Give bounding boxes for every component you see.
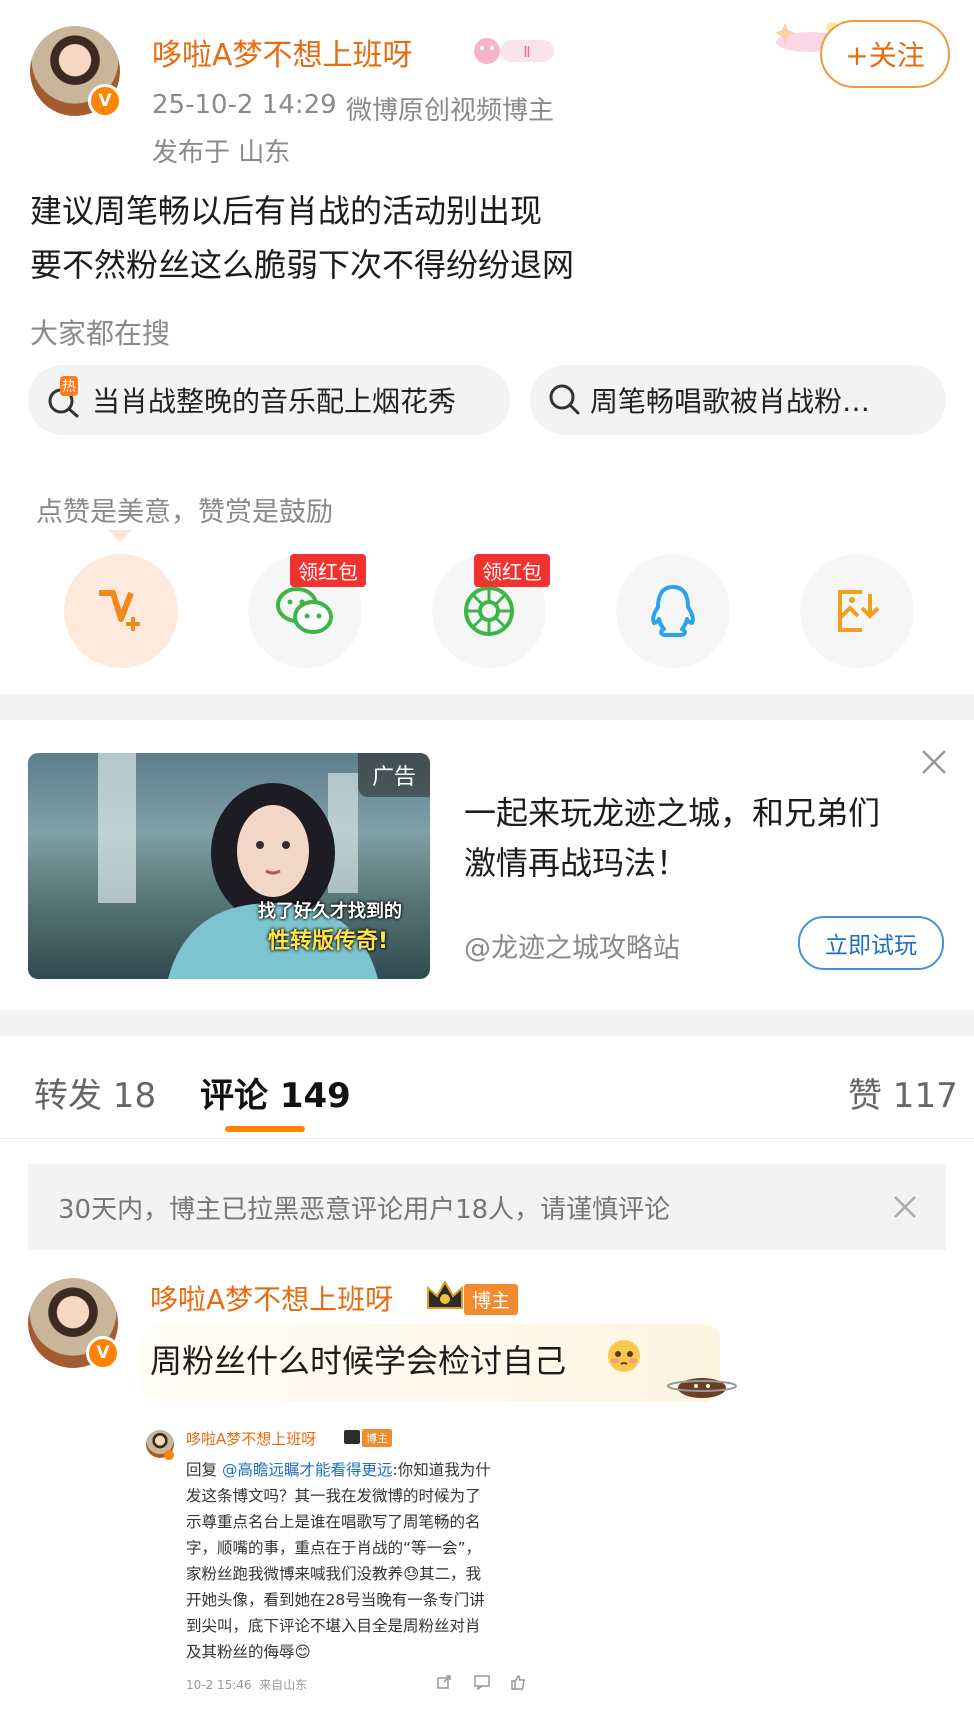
ad-source[interactable]: @龙迹之城攻略站 — [464, 926, 680, 965]
image-verified-badge-icon — [164, 1450, 174, 1460]
hot-search-label: 大家都在搜 — [30, 317, 171, 350]
qq-icon — [651, 585, 695, 637]
ad-title-line2[interactable]: 激情再战玛法！ — [464, 838, 688, 884]
notice-close-icon[interactable] — [892, 1194, 918, 1220]
verified-badge-icon: V — [88, 84, 122, 118]
svg-text:Ⅱ: Ⅱ — [523, 43, 530, 61]
ad-title-line1[interactable]: 一起来玩龙迹之城，和兄弟们 — [464, 788, 880, 834]
search-icon — [548, 383, 582, 417]
tab-likes[interactable]: 赞 117 — [848, 1068, 958, 1117]
moments-icon — [464, 586, 514, 636]
hot-badge: 热 — [60, 376, 78, 396]
notice-text: 30天内，博主已拉黑恶意评论用户18人，请谨慎评论 — [58, 1194, 671, 1225]
wechat-icon — [276, 587, 333, 634]
ad-badge: 广告 — [357, 753, 430, 797]
save-image-button[interactable] — [800, 554, 914, 668]
hint-pointer-icon — [108, 530, 132, 542]
comment-text: 周粉丝什么时候学会检讨自己 — [150, 1342, 567, 1380]
hot-search-text-1: 当肖战整晚的音乐配上烟花秀 — [92, 385, 457, 418]
comment-verified-badge-icon: V — [86, 1336, 120, 1370]
ad-image-caption-line1: 找了好久才找到的 — [258, 901, 402, 922]
image-share-icon — [436, 1674, 452, 1694]
comment-notice: 30天内，博主已拉黑恶意评论用户18人，请谨慎评论 — [28, 1164, 946, 1250]
author-tag: 微博原创视频博主 — [346, 96, 555, 126]
tab-comments[interactable]: 评论 149 — [200, 1068, 351, 1117]
share-qq-button[interactable] — [616, 554, 730, 668]
red-packet-tag-moments: 领红包 — [474, 554, 550, 587]
comment-image[interactable]: 哆啦A梦不想上班呀 博主 回复 @高瞻远瞩才能看得更远:你知道我为什 发这条博文… — [140, 1418, 540, 1710]
ad-image-caption-line2: 性转版传奇! — [268, 929, 389, 954]
image-line-1: 发这条博文吗？其一我在发微博的时候为了 — [186, 1487, 481, 1505]
post-text-line1: 建议周笔畅以后有肖战的活动别出现 — [30, 192, 543, 230]
share-hint: 点赞是美意，赞赏是鼓励 — [36, 497, 333, 528]
image-like-icon — [510, 1674, 526, 1694]
image-line-3: 字，顺嘴的事，重点在于肖战的“等一会”， — [186, 1539, 482, 1557]
blogger-badge: 博主 — [464, 1284, 519, 1315]
section-divider — [0, 694, 974, 720]
image-blogger-badge: 博主 — [362, 1429, 392, 1447]
image-footer: 10-2 15:46 来自山东 — [186, 1678, 308, 1692]
tab-active-indicator — [225, 1126, 305, 1132]
image-crown-icon — [344, 1430, 360, 1444]
crown-badge-icon — [424, 1278, 466, 1314]
post-author-name[interactable]: 哆啦A梦不想上班呀 — [152, 30, 413, 74]
follow-button[interactable]: +关注 — [820, 20, 950, 88]
image-line-2: 示尊重点名台上是谁在唱歌写了周笔畅的名 — [186, 1513, 481, 1531]
image-line-7: 及其粉丝的侮辱😊 — [186, 1643, 311, 1661]
tab-repost[interactable]: 转发 18 — [34, 1068, 156, 1117]
post-date: 25-10-2 14:29 — [152, 90, 337, 120]
image-reply-prefix: 回复 — [186, 1461, 218, 1479]
image-reply-line: 回复 @高瞻远瞩才能看得更远:你知道我为什 — [186, 1458, 491, 1480]
ad-close-icon[interactable] — [920, 748, 948, 776]
post-text-line2: 要不然粉丝这么脆弱下次不得纷纷退网 — [30, 246, 575, 284]
post-location: 发布于 山东 — [152, 138, 291, 168]
image-line-0: :你知道我为什 — [392, 1461, 491, 1479]
tabs-divider — [0, 1138, 974, 1139]
image-line-5: 开她头像，看到她在28号当晚有一条专门讲 — [186, 1591, 485, 1609]
hot-search-icon: 热 — [46, 376, 82, 418]
image-author-name: 哆啦A梦不想上班呀 — [186, 1430, 317, 1448]
image-line-6: 到尖叫，底下评论不堪入目全是周粉丝对肖 — [186, 1617, 481, 1635]
ad-image[interactable]: 广告 找了好久才找到的 性转版传奇! — [28, 753, 430, 979]
save-image-icon — [838, 590, 880, 632]
shy-face-emoji-icon — [606, 1338, 642, 1374]
image-mention: @高瞻远瞩才能看得更远 — [221, 1461, 393, 1479]
member-badge-icon: Ⅱ — [470, 34, 558, 68]
comment-author-name[interactable]: 哆啦A梦不想上班呀 — [150, 1278, 393, 1318]
section-divider — [0, 1010, 974, 1036]
v-plus-button[interactable] — [64, 554, 178, 668]
red-packet-tag-wechat: 领红包 — [290, 554, 366, 587]
hot-search-item-2[interactable]: 周笔畅唱歌被肖战粉… — [530, 365, 946, 435]
bubble-decoration-icon — [662, 1362, 742, 1408]
image-comment-icon — [474, 1674, 490, 1694]
image-line-4: 家粉丝跑我微博来喊我们没教养😓其二，我 — [186, 1565, 482, 1583]
hot-search-item-1[interactable]: 热 当肖战整晚的音乐配上烟花秀 — [28, 365, 510, 435]
ad-play-button[interactable]: 立即试玩 — [798, 916, 944, 970]
hot-search-text-2: 周笔畅唱歌被肖战粉… — [590, 385, 871, 418]
v-plus-icon — [99, 590, 140, 631]
